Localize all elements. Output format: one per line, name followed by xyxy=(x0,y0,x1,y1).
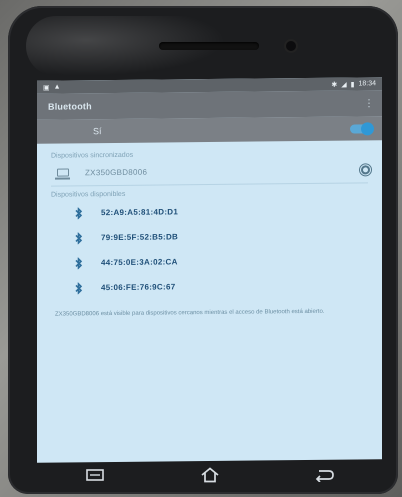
paired-device-name: ZX350GBD8006 xyxy=(85,167,148,177)
bluetooth-status-icon: ✱ xyxy=(331,81,338,89)
device-address: 79:9E:5F:52:B5:DB xyxy=(101,232,179,243)
bluetooth-icon xyxy=(75,206,83,219)
available-device-row[interactable]: 79:9E:5F:52:B5:DB xyxy=(37,222,382,251)
home-button[interactable] xyxy=(190,464,230,486)
visibility-note: ZX350GBD8006 está visible para dispositi… xyxy=(55,308,325,318)
back-button[interactable] xyxy=(305,464,345,486)
bluetooth-icon xyxy=(75,231,83,244)
front-camera xyxy=(286,41,296,51)
available-device-row[interactable]: 52:A9:A5:81:4D:D1 xyxy=(37,197,382,226)
available-device-row[interactable]: 44:75:0E:3A:02:CA xyxy=(37,247,382,276)
earpiece-speaker xyxy=(159,42,259,50)
recent-apps-icon xyxy=(85,469,104,481)
home-icon xyxy=(200,467,219,483)
signal-icon: ◢ xyxy=(341,81,347,89)
device-address: 44:75:0E:3A:02:CA xyxy=(101,257,178,268)
overflow-menu-icon[interactable]: ⋮ xyxy=(364,98,374,109)
laptop-icon xyxy=(57,168,69,177)
bluetooth-icon xyxy=(75,281,83,294)
app-bar: Bluetooth ⋮ xyxy=(37,90,382,120)
bluetooth-switch[interactable] xyxy=(350,123,372,134)
battery-icon: ▮ xyxy=(350,80,355,89)
recent-apps-button[interactable] xyxy=(75,464,115,486)
device-address: 52:A9:A5:81:4D:D1 xyxy=(101,207,179,218)
gear-icon[interactable] xyxy=(361,164,370,174)
device-list: Dispositivos sincronizados ZX350GBD8006 … xyxy=(37,140,382,319)
device-screen: ▣ ▲ ✱ ◢ ▮ 18:34 Bluetooth ⋮ Sí Dispositi… xyxy=(37,77,382,463)
notification-icon: ▣ xyxy=(43,84,50,92)
bluetooth-icon xyxy=(75,256,83,269)
alert-icon: ▲ xyxy=(53,83,61,91)
back-icon xyxy=(315,470,334,482)
paired-device-row[interactable]: ZX350GBD8006 xyxy=(37,158,382,184)
clock: 18:34 xyxy=(358,80,376,88)
device-address: 45:06:FE:76:9C:67 xyxy=(101,282,176,293)
available-device-row[interactable]: 45:06:FE:76:9C:67 xyxy=(37,272,382,301)
page-title: Bluetooth xyxy=(48,101,92,112)
toggle-label: Sí xyxy=(93,126,102,137)
navigation-bar xyxy=(37,462,382,488)
bluetooth-toggle-row[interactable]: Sí xyxy=(37,116,382,144)
